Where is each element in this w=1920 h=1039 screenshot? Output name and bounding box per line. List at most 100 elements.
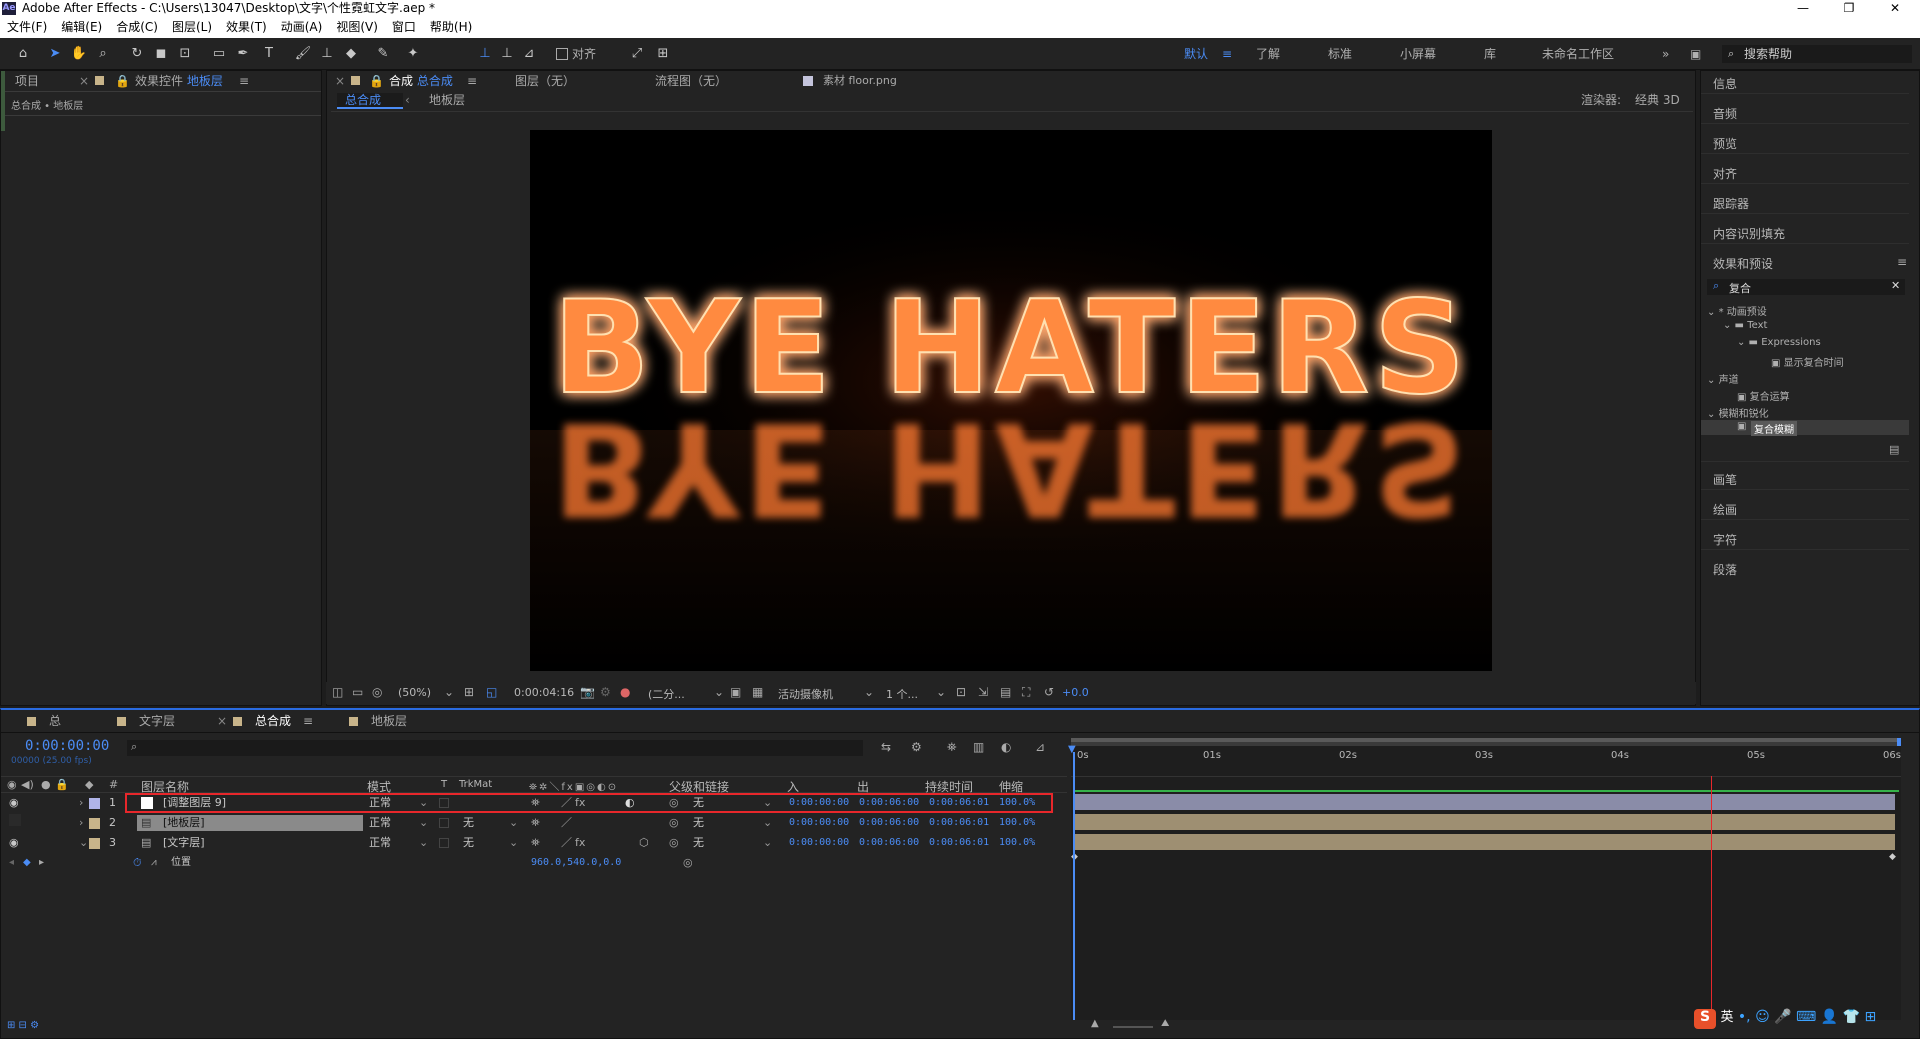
skin-icon[interactable]: 👕 <box>1843 1009 1860 1025</box>
chevron-down-icon[interactable]: ⌄ <box>864 685 874 699</box>
layer-stretch[interactable]: 100.0% <box>999 834 1035 852</box>
brush-tool-icon[interactable]: 🖌 <box>294 46 312 62</box>
ime-language[interactable]: 英 <box>1720 1010 1733 1025</box>
trkmat-select[interactable]: 无 <box>463 814 474 832</box>
reset-exposure-icon[interactable]: ↺ <box>1044 685 1054 699</box>
tree-item[interactable]: ⌄ * 动画预设 <box>1707 303 1767 318</box>
tree-item-selected[interactable]: ▣ 复合模糊 <box>1701 420 1909 436</box>
pen-tool-icon[interactable]: ✒ <box>234 46 252 62</box>
menu-file[interactable]: 文件(F) <box>0 17 54 38</box>
punctuation-icon[interactable]: •, <box>1738 1009 1751 1025</box>
panel-tracker[interactable]: 跟踪器 <box>1713 195 1749 212</box>
emoji-icon[interactable]: ☺ <box>1755 1009 1770 1025</box>
vr-icon[interactable]: ◎ <box>372 685 382 699</box>
comp-mini-flowchart-icon[interactable]: ⇆ <box>881 740 891 754</box>
sogou-icon[interactable]: S <box>1694 1009 1716 1029</box>
microphone-icon[interactable]: 🎤 <box>1774 1009 1791 1025</box>
selection-tool-icon[interactable]: ➤ <box>46 46 64 62</box>
clone-stamp-tool-icon[interactable]: ⊥ <box>318 46 336 62</box>
resolution-select[interactable]: (二分... <box>648 686 685 702</box>
chevron-down-icon[interactable]: ⌄ <box>763 814 772 832</box>
graph-icon[interactable]: ⩘ <box>151 854 157 872</box>
world-axis-icon[interactable]: ⊥ <box>498 46 516 62</box>
rectangle-tool-icon[interactable]: ▭ <box>210 46 228 62</box>
tree-item[interactable]: ▣ 显示复合时间 <box>1771 354 1844 369</box>
align-checkbox[interactable] <box>556 48 568 60</box>
camera-tool-icon[interactable]: ◼ <box>152 46 170 62</box>
lock-icon[interactable]: 🔒 <box>369 72 384 90</box>
layer-label-color[interactable] <box>89 838 100 849</box>
layer-stretch[interactable]: 100.0% <box>999 814 1035 832</box>
menu-layer[interactable]: 图层(L) <box>165 17 219 38</box>
property-row-position[interactable]: ◂ ◆ ▸ ⏱ ⩘ 位置 960.0,540.0,0.0 ◎ <box>5 854 1059 872</box>
menu-composition[interactable]: 合成(C) <box>109 17 165 38</box>
tab-flowchart[interactable]: 流程图（无） <box>655 72 727 90</box>
camera-select[interactable]: 活动摄像机 <box>778 686 833 702</box>
flowchart-icon[interactable]: ⛶ <box>1022 685 1030 700</box>
eye-toggle-off[interactable] <box>9 814 21 826</box>
panel-menu-icon[interactable]: ≡ <box>303 712 313 730</box>
comp-crumb-active[interactable]: 总合成 <box>337 93 403 109</box>
trkmat-select[interactable]: 无 <box>463 834 474 852</box>
draft-3d-icon[interactable]: ⚙ <box>911 740 922 754</box>
prev-keyframe-icon[interactable]: ◂ <box>9 854 14 872</box>
tree-item[interactable]: ⌄ ▬ Expressions <box>1737 337 1821 348</box>
panel-preview[interactable]: 预览 <box>1713 135 1737 152</box>
local-axis-icon[interactable]: ⊥ <box>476 46 494 62</box>
eye-icon[interactable]: ◉ <box>9 834 19 852</box>
region-icon[interactable]: ▣ <box>730 685 741 699</box>
layer-label-color[interactable] <box>89 798 100 809</box>
tab-comp-zong[interactable]: 总 <box>49 712 61 730</box>
roto-brush-tool-icon[interactable]: ✎ <box>374 46 392 62</box>
workspace-learn[interactable]: 了解 <box>1256 46 1280 62</box>
keyboard-icon[interactable]: ⌨ <box>1796 1009 1816 1025</box>
chevron-down-icon[interactable]: ⌄ <box>714 685 724 699</box>
stopwatch-icon[interactable]: ⏱ <box>133 854 142 872</box>
view-axis-icon[interactable]: ⊿ <box>520 46 538 62</box>
comp-crumb-floor[interactable]: 地板层 <box>429 91 465 109</box>
export-icon[interactable]: ⇲ <box>978 685 988 699</box>
menu-view[interactable]: 视图(V) <box>329 17 385 38</box>
shy-switch-icon[interactable]: ⛯ <box>531 834 540 852</box>
keyframe-end-icon[interactable]: ◆ <box>1889 852 1896 862</box>
panel-paint[interactable]: 绘画 <box>1713 501 1737 518</box>
tab-comp-floor[interactable]: 地板层 <box>371 712 407 730</box>
minimize-button[interactable]: — <box>1780 0 1826 17</box>
rotate-tool-icon[interactable]: ↻ <box>128 46 146 62</box>
layer-name[interactable]: [文字层] <box>163 834 205 852</box>
snapshot-icon[interactable]: 📷 <box>580 685 595 699</box>
magnification-select[interactable]: (50%) <box>398 686 431 699</box>
workspace-unnamed[interactable]: 未命名工作区 <box>1542 46 1614 62</box>
comp-viewer[interactable]: BYE HATERS BYE HATERS <box>530 130 1492 671</box>
timeline-icon[interactable]: ▤ <box>1000 685 1011 699</box>
work-area-range[interactable] <box>1071 738 1897 742</box>
layer-mode-select[interactable]: 正常 <box>369 834 391 852</box>
renderer-value[interactable]: 经典 3D <box>1635 91 1680 109</box>
user-icon[interactable]: 👤 <box>1821 1009 1838 1025</box>
toggle-pixel-icon[interactable]: ⊡ <box>956 685 966 699</box>
workspace-small-screen[interactable]: 小屏幕 <box>1400 46 1436 62</box>
pan-behind-tool-icon[interactable]: ⊡ <box>176 46 194 62</box>
workspace-menu-icon[interactable]: ≡ <box>1222 46 1232 62</box>
time-graph[interactable]: 0s 01s 02s 03s 04s 05s 06s ◆ ◆ ▼ <box>1068 738 1901 1034</box>
zoom-in-icon[interactable]: ⛰ <box>1161 1018 1169 1029</box>
panel-content-aware-fill[interactable]: 内容识别填充 <box>1713 225 1785 242</box>
layer-name[interactable]: [地板层] <box>163 814 205 832</box>
tab-comp-main[interactable]: 总合成 <box>255 712 291 730</box>
layer-label-color[interactable] <box>89 818 100 829</box>
chevron-down-icon[interactable]: ⌄ <box>936 685 946 699</box>
current-time-field[interactable]: 0:00:00:00 <box>25 738 109 754</box>
shy-switch-icon[interactable]: ⛯ <box>531 814 540 832</box>
layer-out[interactable]: 0:00:06:00 <box>859 834 919 852</box>
menu-effect[interactable]: 效果(T) <box>219 17 274 38</box>
preserve-transparency-checkbox[interactable] <box>439 818 449 828</box>
layer-out[interactable]: 0:00:06:00 <box>859 814 919 832</box>
keyframe-icon[interactable]: ◆ <box>23 854 31 872</box>
playhead[interactable] <box>1073 752 1075 1034</box>
always-preview-icon[interactable]: ◫ <box>332 685 343 699</box>
chevron-down-icon[interactable]: ⌄ <box>763 834 772 852</box>
audio-icon[interactable]: ◀) <box>21 778 34 791</box>
mask-visibility-icon[interactable]: ◱ <box>486 685 497 699</box>
panel-info[interactable]: 信息 <box>1713 75 1737 92</box>
effects-search-input[interactable]: ⌕ 复合 ✕ <box>1707 279 1905 295</box>
